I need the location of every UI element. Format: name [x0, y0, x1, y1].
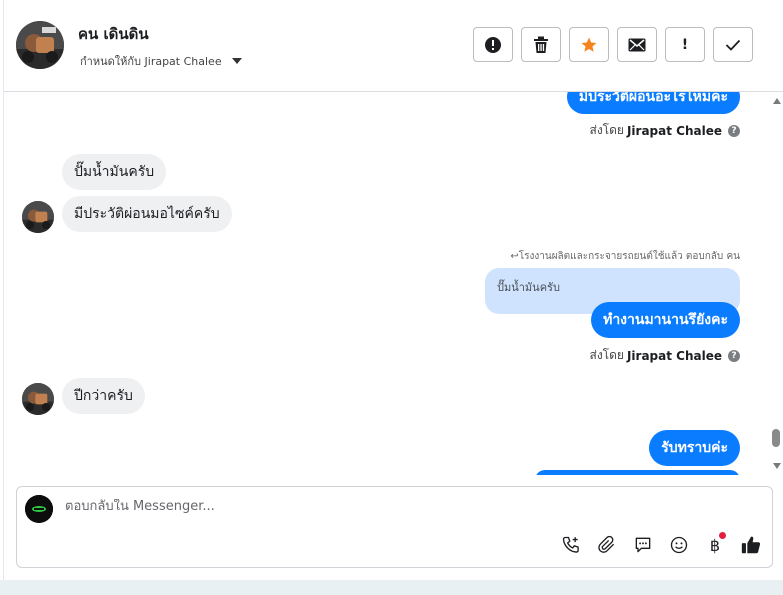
call-add-button[interactable] — [560, 534, 582, 556]
delete-button[interactable] — [521, 27, 561, 62]
reply-note: ↩โรงงานผลิตและกระจายรถยนต์ใช้แล้ว ตอบกลั… — [510, 251, 740, 262]
message-list: มีประวัติผ่อนอะไรไหมคะ ส่งโดย Jirapat Ch… — [4, 92, 769, 475]
incoming-message: ปั๊มน้ำมันครับ — [62, 154, 167, 190]
spam-button[interactable]: ! — [665, 27, 705, 62]
info-icon[interactable]: ? — [728, 349, 740, 362]
bottom-strip — [0, 580, 783, 595]
payment-button[interactable]: ฿ — [704, 532, 726, 556]
sender-avatar-image — [22, 383, 54, 415]
sent-by-label: ส่งโดย Jirapat Chalee ? — [589, 346, 740, 365]
sent-by-label: ส่งโดย Jirapat Chalee ? — [589, 121, 740, 140]
outgoing-message: ทำงานมานานรึยังคะ — [591, 302, 740, 338]
info-icon[interactable]: ? — [728, 124, 740, 137]
chat-bubble-icon — [635, 537, 651, 553]
sent-by-name: Jirapat Chalee — [626, 348, 722, 363]
attach-button[interactable] — [596, 534, 618, 556]
report-button[interactable] — [473, 27, 513, 62]
alert-circle-icon — [485, 36, 501, 53]
emoji-button[interactable] — [668, 534, 690, 556]
trash-icon — [534, 36, 548, 53]
phone-add-icon — [562, 536, 579, 553]
saved-replies-button[interactable] — [632, 534, 654, 556]
page-logo-icon — [25, 495, 53, 523]
outgoing-message: รับทราบค่ะ — [649, 430, 740, 466]
composer-tools: ฿ — [560, 532, 762, 556]
caret-down-icon — [231, 58, 242, 64]
sent-by-prefix: ส่งโดย — [589, 348, 624, 362]
assignee-label: กำหนดให้กับ Jirapat Chalee — [80, 55, 222, 68]
conversation-panel: คน เดินดิน กำหนดให้กับ Jirapat Chalee ! … — [0, 0, 783, 595]
star-button[interactable] — [569, 27, 609, 62]
envelope-icon — [628, 38, 646, 51]
conversation-header: คน เดินดิน กำหนดให้กับ Jirapat Chalee ! — [4, 0, 783, 92]
outgoing-message: มีประวัติผ่อนอะไรไหมคะ — [566, 92, 740, 114]
star-icon — [581, 37, 597, 52]
reply-input[interactable] — [65, 499, 665, 514]
exclamation-icon: ! — [681, 36, 689, 53]
mail-button[interactable] — [617, 27, 657, 62]
sender-avatar — [22, 201, 54, 233]
notification-dot — [719, 532, 726, 539]
contact-avatar-image — [16, 21, 64, 69]
emoji-icon — [670, 536, 688, 554]
sender-avatar-image — [22, 201, 54, 233]
sent-by-prefix: ส่งโดย — [589, 123, 624, 137]
paperclip-icon — [598, 535, 615, 553]
check-icon — [725, 39, 741, 51]
baht-icon: ฿ — [709, 535, 721, 555]
message-scrollbar[interactable] — [769, 92, 783, 475]
outgoing-message-partial — [535, 470, 740, 475]
sent-by-name: Jirapat Chalee — [626, 123, 722, 138]
contact-name: คน เดินดิน — [78, 25, 149, 43]
done-button[interactable] — [713, 27, 753, 62]
reply-composer: ฿ — [16, 486, 773, 568]
page-avatar — [25, 495, 53, 523]
contact-avatar[interactable] — [16, 21, 64, 69]
conversation-actions: ! — [473, 27, 753, 62]
sender-avatar — [22, 383, 54, 415]
incoming-message: มีประวัติผ่อนมอไซค์ครับ — [62, 196, 232, 232]
incoming-message: ปีกว่าครับ — [62, 378, 145, 414]
thumbs-up-icon — [741, 536, 761, 554]
scroll-down-arrow-icon[interactable] — [773, 463, 781, 469]
assignee-selector[interactable]: กำหนดให้กับ Jirapat Chalee — [80, 52, 242, 70]
like-button[interactable] — [740, 534, 762, 556]
scroll-up-arrow-icon[interactable] — [773, 98, 781, 104]
scrollbar-thumb[interactable] — [772, 429, 780, 447]
